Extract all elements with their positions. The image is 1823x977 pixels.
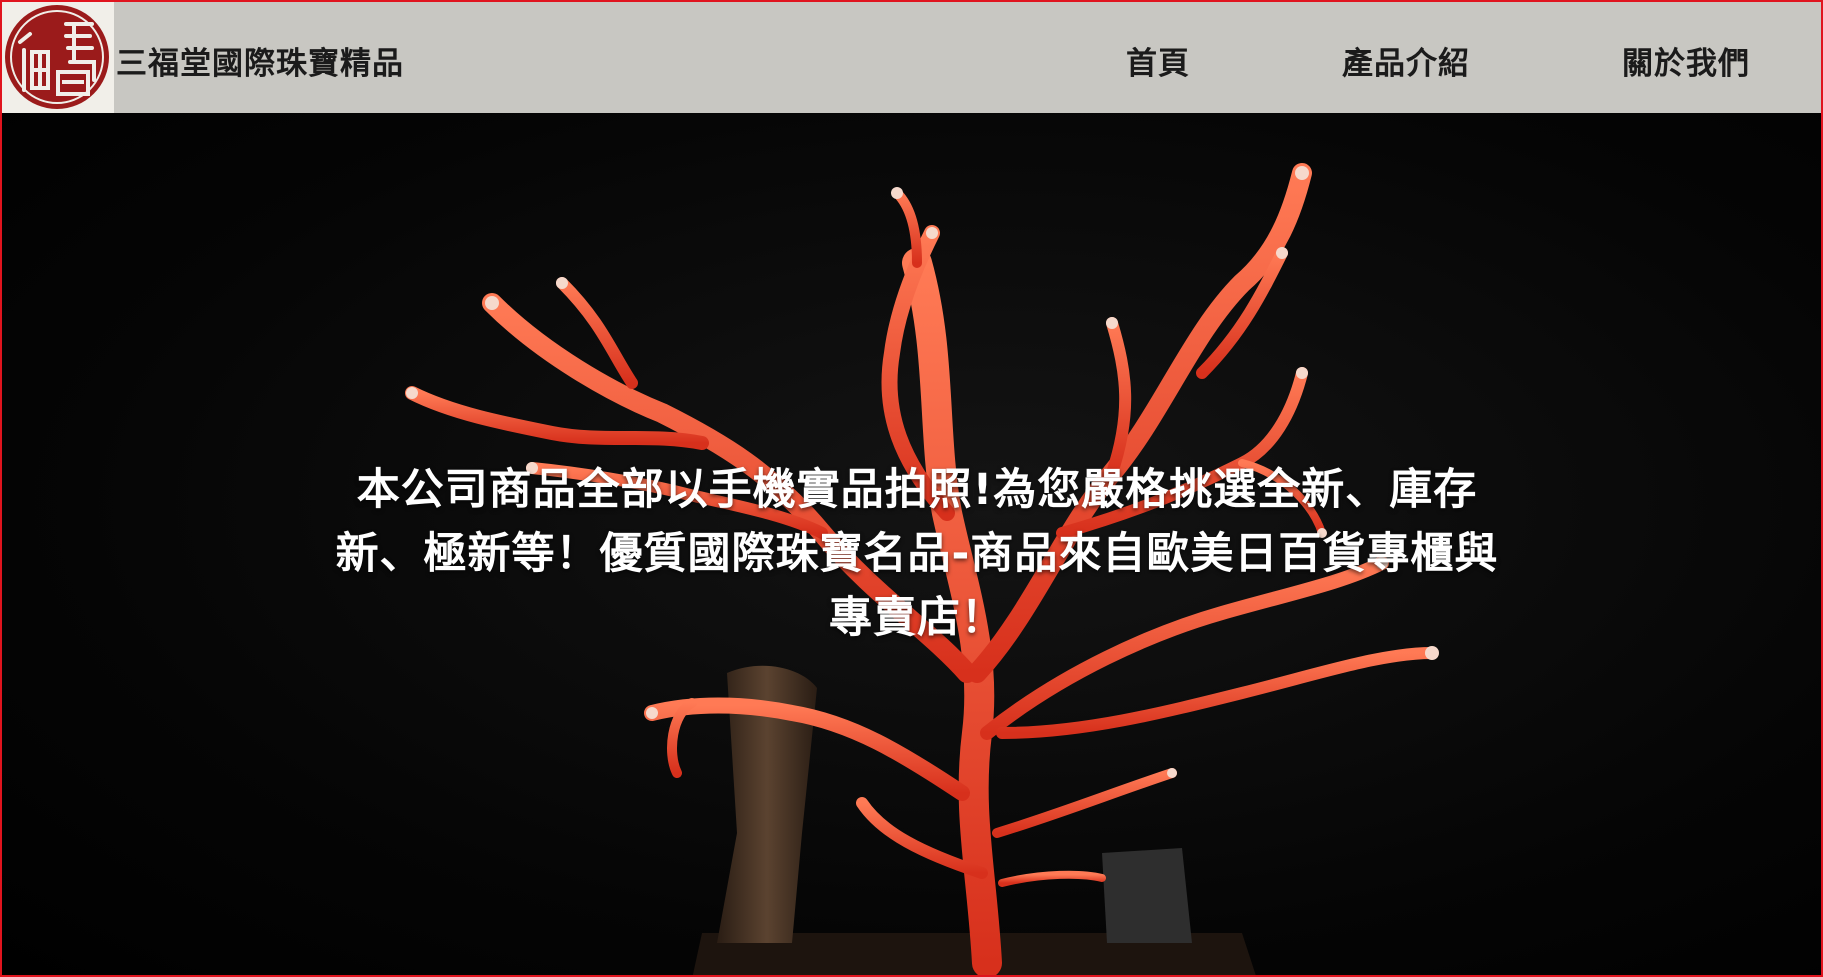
page-frame: 三福堂國際珠寶精品 首頁 產品介紹 關於我們 本公司商品全部以手機實品拍照!為您… xyxy=(0,0,1823,977)
hero-caption: 本公司商品全部以手機實品拍照!為您嚴格挑選全新、庫存新、極新等！優質國際珠寶名品… xyxy=(335,465,1499,643)
nav-about[interactable]: 關於我們 xyxy=(1622,38,1750,83)
nav-products[interactable]: 產品介紹 xyxy=(1342,38,1470,83)
top-navbar: 三福堂國際珠寶精品 首頁 產品介紹 關於我們 xyxy=(2,2,1821,113)
brand-name[interactable]: 三福堂國際珠寶精品 xyxy=(116,38,404,83)
nav-home[interactable]: 首頁 xyxy=(1126,38,1190,83)
hero-banner: 本公司商品全部以手機實品拍照!為您嚴格挑選全新、庫存新、極新等！優質國際珠寶名品… xyxy=(2,113,1821,975)
logo[interactable] xyxy=(2,2,114,113)
seal-logo-icon xyxy=(5,5,109,109)
